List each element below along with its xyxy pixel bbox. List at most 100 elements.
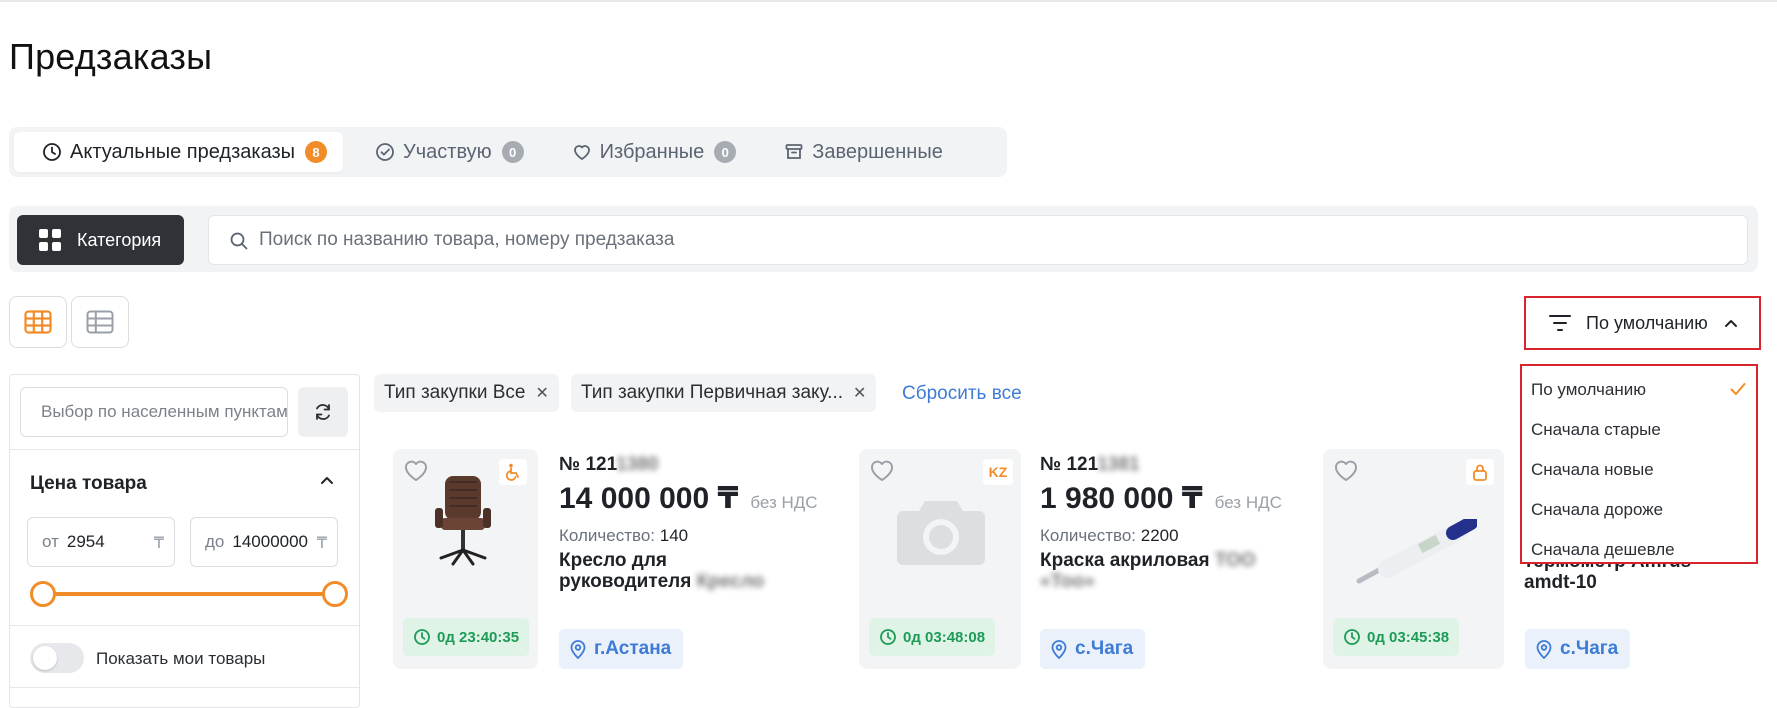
tab-favorites[interactable]: Избранные 0 [562, 132, 753, 172]
clock-icon [43, 143, 61, 161]
product-image[interactable]: KZ 0д 03:48:08 [859, 449, 1021, 669]
map-pin-icon [570, 640, 586, 659]
product-price: 1 980 000 ₸ без НДС [1040, 481, 1282, 516]
filter-chip: Тип закупки Все ✕ [374, 374, 559, 412]
location-label: с.Чага [1075, 638, 1134, 659]
name-line: Краска акриловая [1040, 550, 1210, 571]
price-from-field[interactable]: от 2954 ₸ [27, 517, 175, 567]
chevron-up-icon [1724, 320, 1737, 327]
number-hidden: 1380 [616, 454, 659, 475]
close-icon[interactable]: ✕ [536, 383, 549, 403]
divider [10, 449, 359, 450]
heart-icon[interactable] [1333, 459, 1359, 483]
chevron-up-icon[interactable] [320, 475, 334, 485]
name-line: Кресло для [559, 550, 668, 571]
sort-current-label: По умолчанию [1586, 312, 1708, 333]
preorder-number[interactable]: № 1211380 [559, 454, 658, 476]
qty-label: Количество: [559, 526, 656, 545]
map-pin-icon [1051, 640, 1067, 659]
number-hidden: 1381 [1097, 454, 1140, 475]
clock-icon [880, 629, 896, 645]
divider [10, 687, 359, 688]
price-slider-max-handle[interactable] [322, 581, 348, 607]
product-image[interactable]: 0д 23:40:35 [393, 449, 538, 669]
chip-label: Тип закупки Все [384, 382, 526, 403]
heart-icon[interactable] [869, 459, 895, 483]
refresh-icon [316, 404, 330, 420]
tab-count-badge: 0 [714, 141, 737, 163]
divider [10, 625, 359, 626]
kz-badge-icon: KZ [983, 459, 1013, 485]
price-slider-min-handle[interactable] [30, 581, 56, 607]
countdown-timer: 0д 03:45:38 [1333, 618, 1460, 656]
kz-badge-text: KZ [988, 464, 1008, 480]
sort-option-expensive[interactable]: Сначала дороже [1522, 490, 1756, 530]
grid-icon [39, 229, 61, 251]
sort-option-newest[interactable]: Сначала новые [1522, 450, 1756, 490]
filter-panel: Цена товара от 2954 ₸ до 14000000 ₸ Пока… [9, 374, 360, 708]
preorder-number[interactable]: № 1211381 [1040, 454, 1139, 476]
location-badge: г.Астана [559, 629, 684, 669]
list-view-button[interactable] [71, 296, 129, 348]
price-value: 1 980 000 ₸ [1040, 482, 1203, 515]
vat-label: без НДС [1214, 493, 1282, 512]
tab-label: Участвую [403, 140, 492, 163]
table-list-icon [86, 310, 114, 334]
product-image[interactable]: 0д 03:45:38 [1323, 449, 1504, 669]
number-prefix: № 121 [559, 454, 617, 475]
accessibility-icon [499, 459, 527, 485]
category-label: Категория [77, 229, 162, 250]
sort-option-oldest[interactable]: Сначала старые [1522, 410, 1756, 450]
product-price: 14 000 000 ₸ без НДС [559, 481, 818, 516]
search-input[interactable] [259, 216, 1739, 264]
archive-icon [785, 144, 803, 159]
sort-option-cheap[interactable]: Сначала дешевле [1522, 530, 1756, 570]
tabs-bar: Актуальные предзаказы 8 Участвую 0 Избра… [9, 127, 1007, 177]
price-from-prefix: от [42, 532, 59, 551]
table-grid-icon [24, 310, 52, 334]
qty-value: 140 [659, 526, 689, 545]
map-pin-icon [1536, 640, 1552, 659]
product-name[interactable]: Краска акриловая ТОО «Тоо» [1040, 550, 1290, 592]
product-name[interactable]: Кресло для руководителя Кресло [559, 550, 809, 592]
tab-count-badge: 0 [501, 141, 524, 163]
category-button[interactable]: Категория [17, 215, 184, 265]
check-icon [1730, 383, 1746, 395]
search-toolbar: Категория [9, 206, 1758, 272]
filter-lines-icon [1549, 315, 1571, 331]
countdown-timer: 0д 03:48:08 [869, 618, 996, 656]
currency-symbol: ₸ [316, 535, 327, 552]
tab-completed[interactable]: Завершенные [774, 132, 959, 172]
location-badge: с.Чага [1525, 629, 1631, 669]
tab-participating[interactable]: Участвую 0 [365, 132, 540, 172]
refresh-button[interactable] [298, 387, 348, 437]
reset-all-link[interactable]: Сбросить все [902, 383, 1022, 405]
tab-label: Избранные [599, 140, 705, 163]
timer-value: 0д 03:48:08 [903, 628, 986, 646]
name-line: руководителя [559, 571, 692, 592]
number-prefix: № 121 [1040, 454, 1098, 475]
vat-label: без НДС [750, 493, 818, 512]
sort-option-default[interactable]: По умолчанию [1522, 370, 1756, 410]
tab-label: Завершенные [812, 140, 943, 163]
location-label: с.Чага [1560, 638, 1619, 659]
countdown-timer: 0д 23:40:35 [403, 618, 530, 656]
sort-option-label: Сначала старые [1531, 420, 1661, 439]
lock-icon [1466, 459, 1494, 485]
camera-placeholder-icon [897, 501, 985, 565]
close-icon[interactable]: ✕ [853, 383, 866, 403]
timer-value: 0д 03:45:38 [1367, 628, 1450, 646]
tab-current-preorders[interactable]: Актуальные предзаказы 8 [14, 132, 344, 172]
tab-label: Актуальные предзаказы [70, 140, 296, 163]
page-title: Предзаказы [9, 36, 213, 77]
heart-icon[interactable] [403, 459, 429, 483]
grid-view-button[interactable] [9, 296, 67, 348]
sort-dropdown-menu: По умолчанию Сначала старые Сначала новы… [1520, 364, 1758, 564]
show-mine-toggle[interactable] [30, 643, 84, 673]
price-to-field[interactable]: до 14000000 ₸ [190, 517, 338, 567]
sort-option-label: Сначала дешевле [1531, 540, 1675, 559]
sort-dropdown-button[interactable]: По умолчанию [1524, 296, 1761, 350]
price-section-title: Цена товара [30, 473, 147, 494]
show-mine-label: Показать мои товары [96, 649, 266, 668]
location-input[interactable] [20, 387, 288, 437]
